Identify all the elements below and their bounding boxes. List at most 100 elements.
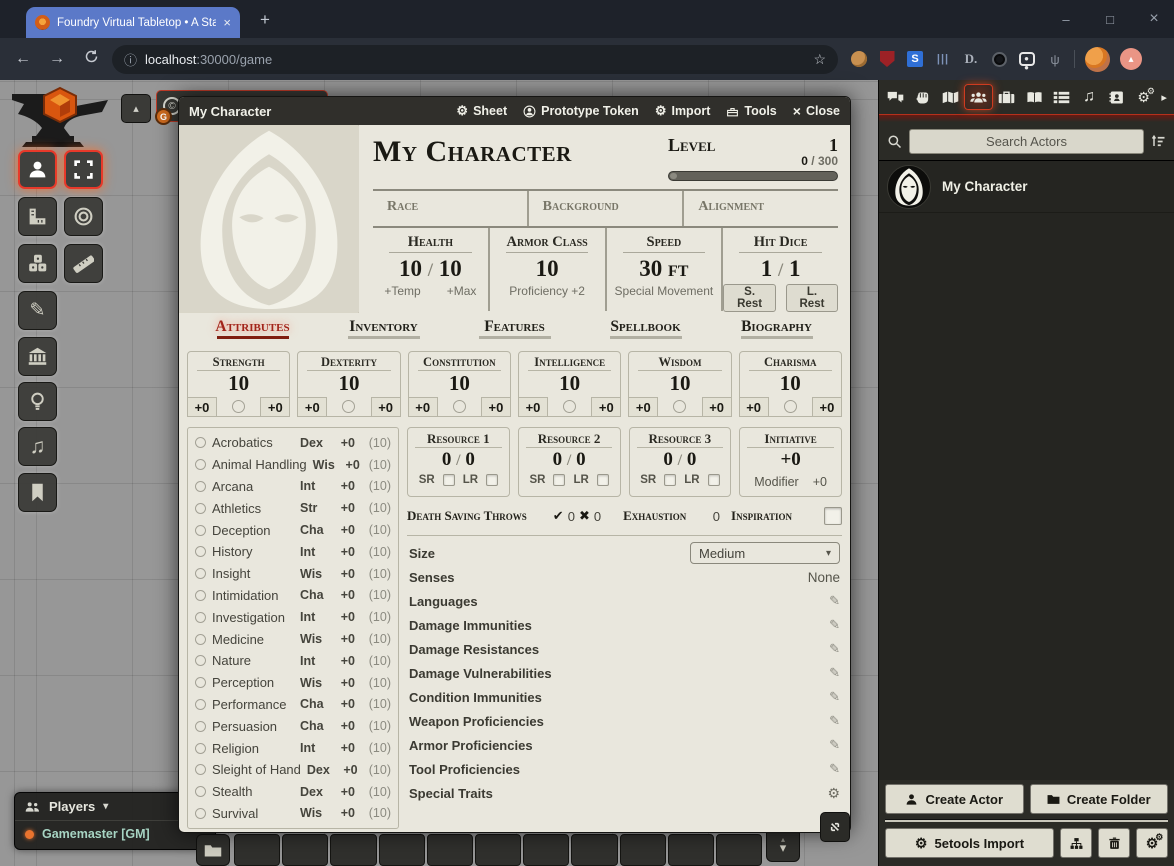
box-extension-icon[interactable]: ● ● [1018, 50, 1036, 68]
macro-slot[interactable] [620, 834, 666, 866]
bars-extension-icon[interactable]: ||| [934, 50, 952, 68]
skill-proficiency-toggle[interactable] [195, 721, 206, 732]
window-minimize-button[interactable]: – [1046, 0, 1086, 38]
resource-value[interactable]: 0 / 0 [408, 449, 509, 471]
folder-tree-button[interactable] [1060, 828, 1092, 858]
hit-dice-value[interactable]: 1 / 1 [723, 256, 838, 282]
skill-proficiency-toggle[interactable] [195, 503, 206, 514]
ability-save[interactable]: +0 [702, 397, 732, 417]
resource-value[interactable]: 0 / 0 [630, 449, 731, 471]
edit-trait-icon[interactable]: ✎ [829, 689, 840, 705]
save-proficiency-toggle[interactable] [342, 400, 355, 413]
ability-save[interactable]: +0 [260, 397, 290, 417]
skill-name[interactable]: Intimidation [212, 588, 294, 603]
skill-proficiency-toggle[interactable] [195, 743, 206, 754]
temp-hp[interactable]: +Temp [384, 284, 420, 298]
skill-name[interactable]: History [212, 544, 294, 559]
skill-name[interactable]: Animal Handling [212, 457, 307, 472]
save-proficiency-toggle[interactable] [453, 400, 466, 413]
ability-name[interactable]: Constitution [418, 355, 501, 371]
death-fail-count[interactable]: 0 [594, 509, 601, 524]
skill-name[interactable]: Performance [212, 697, 294, 712]
skill-row[interactable]: Acrobatics Dex +0 (10) [195, 432, 391, 454]
skill-proficiency-toggle[interactable] [195, 655, 206, 666]
skill-name[interactable]: Nature [212, 653, 294, 668]
special-movement-link[interactable]: Special Movement [615, 284, 714, 298]
tab-tables[interactable] [1048, 84, 1075, 110]
macro-slot[interactable] [571, 834, 617, 866]
skill-proficiency-toggle[interactable] [195, 786, 206, 797]
ability-score[interactable]: 10 [409, 371, 510, 396]
ability-save[interactable]: +0 [591, 397, 621, 417]
speed-value[interactable]: 30 ft [607, 256, 722, 282]
site-info-icon[interactable]: ⓘ [124, 50, 137, 69]
configure-traits-gear-icon[interactable]: ⚙ [827, 785, 840, 802]
skill-row[interactable]: Persuasion Cha +0 (10) [195, 715, 391, 737]
skill-proficiency-toggle[interactable] [195, 568, 206, 579]
death-success-count[interactable]: 0 [568, 509, 575, 524]
macro-slot[interactable] [330, 834, 376, 866]
edit-trait-icon[interactable]: ✎ [829, 737, 840, 753]
actor-list-item[interactable]: My Character [879, 161, 1174, 213]
skill-row[interactable]: Performance Cha +0 (10) [195, 694, 391, 716]
character-name[interactable]: My Character [373, 135, 668, 168]
tab-actors[interactable] [964, 84, 993, 110]
macro-slot[interactable] [234, 834, 280, 866]
token-tool-button[interactable] [18, 150, 57, 189]
edit-trait-icon[interactable]: ✎ [829, 665, 840, 681]
adblock-extension-icon[interactable] [878, 50, 896, 68]
skill-row[interactable]: Religion Int +0 (10) [195, 737, 391, 759]
measure-tool-button[interactable] [64, 244, 103, 283]
skill-name[interactable]: Stealth [212, 784, 294, 799]
walls-tool-button[interactable] [18, 337, 57, 376]
long-rest-button[interactable]: L. Rest [786, 284, 838, 312]
close-window-button[interactable]: ×Close [793, 103, 840, 119]
ability-name[interactable]: Intelligence [528, 355, 611, 371]
delete-button[interactable] [1098, 828, 1130, 858]
macro-slot[interactable] [668, 834, 714, 866]
skill-proficiency-toggle[interactable] [195, 764, 206, 775]
fivetools-import-button[interactable]: ⚙ 5etools Import [885, 828, 1054, 858]
exhaustion-value[interactable]: 0 [713, 509, 720, 524]
macro-folder-button[interactable] [196, 834, 230, 866]
tab-scenes[interactable] [937, 84, 964, 110]
inspiration-checkbox[interactable] [824, 507, 842, 525]
ability-score[interactable]: 10 [188, 371, 289, 396]
alignment-field[interactable]: Alignment [684, 191, 838, 226]
skill-proficiency-toggle[interactable] [195, 525, 206, 536]
page-up-icon[interactable]: ▴ [781, 837, 785, 843]
sheet-tab[interactable]: Biography [711, 318, 842, 346]
save-proficiency-toggle[interactable] [673, 400, 686, 413]
ability-modifier[interactable]: +0 [187, 397, 217, 417]
search-actors-input[interactable] [909, 129, 1144, 154]
ability-name[interactable]: Strength [197, 355, 280, 371]
s-extension-icon[interactable]: S [906, 50, 924, 68]
skill-row[interactable]: Sleight of Hand Dex +0 (10) [195, 759, 391, 781]
skill-row[interactable]: Arcana Int +0 (10) [195, 476, 391, 498]
sheet-tab[interactable]: Inventory [318, 318, 449, 346]
skill-row[interactable]: Perception Wis +0 (10) [195, 672, 391, 694]
ability-modifier[interactable]: +0 [518, 397, 548, 417]
edit-trait-icon[interactable]: ✎ [829, 761, 840, 777]
window-maximize-button[interactable]: □ [1090, 0, 1130, 38]
skill-row[interactable]: Intimidation Cha +0 (10) [195, 585, 391, 607]
save-proficiency-toggle[interactable] [784, 400, 797, 413]
tab-chat[interactable] [882, 84, 909, 110]
tools-button[interactable]: Tools [726, 104, 776, 118]
resource-label[interactable]: Resource 1 [415, 431, 502, 448]
cookie-extension-icon[interactable] [850, 50, 868, 68]
tab-playlists[interactable]: ♫ [1075, 84, 1102, 110]
profile-avatar[interactable] [1085, 47, 1110, 72]
lr-checkbox[interactable] [486, 474, 498, 486]
death-fail-icon[interactable]: ✖ [579, 508, 590, 524]
drawing-tool-button[interactable]: ✎ [18, 291, 57, 330]
skill-row[interactable]: Investigation Int +0 (10) [195, 606, 391, 628]
skill-name[interactable]: Arcana [212, 479, 294, 494]
window-titlebar[interactable]: My Character ⚙Sheet Prototype Token ⚙Imp… [179, 97, 850, 125]
ability-name[interactable]: Charisma [749, 355, 832, 371]
skill-name[interactable]: Medicine [212, 632, 294, 647]
bookmark-star-icon[interactable]: ☆ [813, 51, 826, 68]
skill-row[interactable]: Survival Wis +0 (10) [195, 803, 391, 825]
ability-modifier[interactable]: +0 [297, 397, 327, 417]
template-tool-button[interactable] [64, 197, 103, 236]
